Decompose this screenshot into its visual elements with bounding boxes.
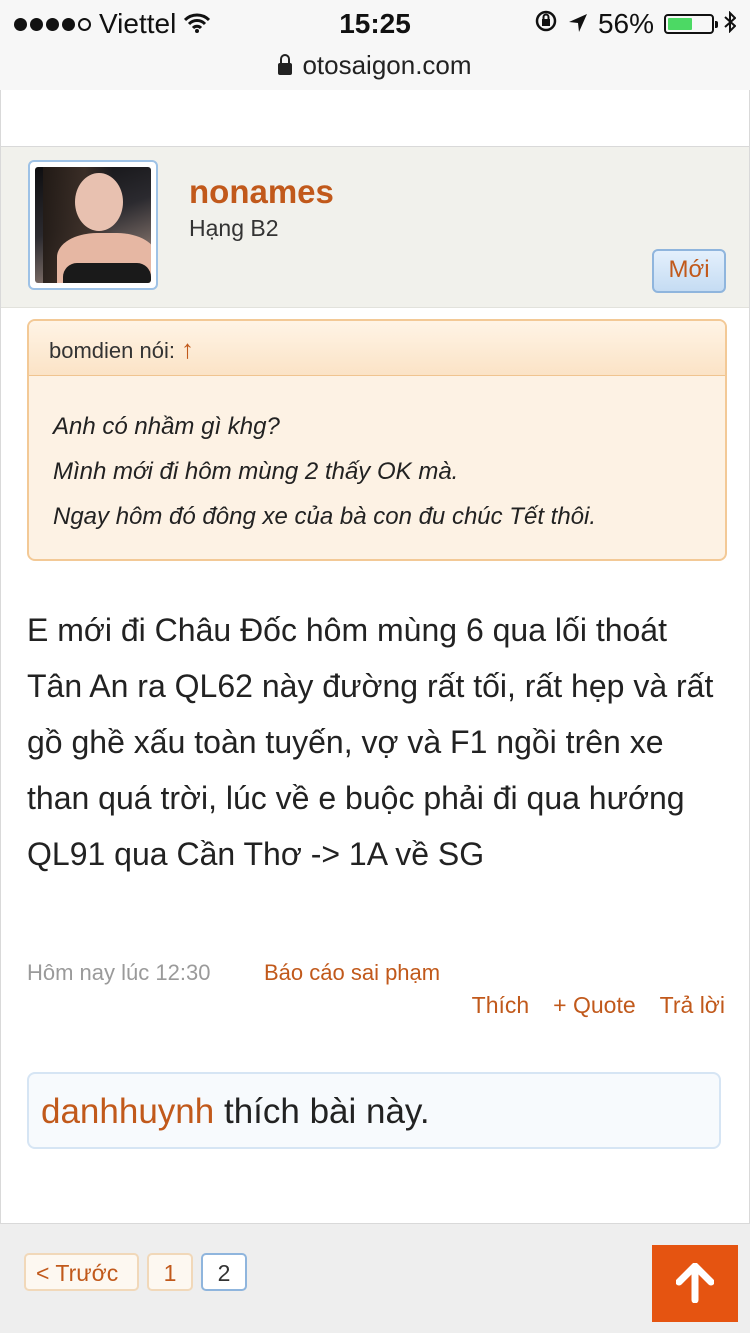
prev-page-button[interactable]: < Trước — [24, 1253, 139, 1291]
quote-line: Mình mới đi hôm mùng 2 thấy OK mà. — [53, 458, 459, 485]
quote-attribution: bomdien nói: — [49, 338, 175, 363]
status-bar: Viettel 15:25 56% — [0, 0, 750, 48]
address-bar[interactable]: otosaigon.com — [0, 48, 750, 90]
quote-line: Anh có nhầm gì khg? — [53, 413, 280, 440]
likes-summary: danhhuynh thích bài này. — [27, 1072, 721, 1149]
likes-text: thích bài này. — [223, 1092, 430, 1131]
new-badge[interactable]: Mới — [652, 249, 726, 293]
page-2-button[interactable]: 2 — [201, 1253, 247, 1291]
author-rank: Hạng B2 — [189, 215, 279, 241]
post-author-bar: nonames Hạng B2 Mới — [1, 147, 749, 308]
location-arrow-icon — [568, 8, 588, 40]
page-1-button[interactable]: 1 — [147, 1253, 193, 1291]
quote-source-arrow-icon[interactable]: ↑ — [181, 334, 194, 364]
quote-block: bomdien nói: ↑ Anh có nhầm gì khg? Mình m… — [27, 319, 727, 561]
arrow-up-icon — [676, 1263, 714, 1303]
orientation-lock-icon — [534, 8, 558, 40]
previous-post-end — [0, 90, 750, 147]
report-link[interactable]: Báo cáo sai phạm — [264, 960, 440, 986]
liker-username[interactable]: danhhuynh — [41, 1092, 214, 1131]
quote-body: Anh có nhầm gì khg? Mình mới đi hôm mùng… — [29, 376, 725, 539]
reply-link[interactable]: Trả lời — [660, 992, 725, 1019]
like-link[interactable]: Thích — [472, 992, 530, 1019]
post-card: nonames Hạng B2 Mới bomdien nói: ↑ Anh có… — [0, 146, 750, 1224]
avatar[interactable] — [28, 160, 158, 290]
quote-header: bomdien nói: ↑ — [29, 321, 725, 376]
quote-line: Ngay hôm đó đông xe của bà con đu chúc T… — [53, 503, 597, 530]
status-right: 56% — [534, 8, 737, 40]
author-username[interactable]: nonames — [189, 173, 334, 211]
battery-icon — [664, 14, 718, 34]
bluetooth-icon — [724, 8, 737, 40]
url-text[interactable]: otosaigon.com — [302, 50, 471, 81]
post-timestamp: Hôm nay lúc 12:30 — [27, 960, 211, 985]
avatar-image — [35, 167, 151, 283]
battery-percent: 56% — [597, 8, 654, 39]
quote-link[interactable]: + Quote — [553, 992, 635, 1019]
post-actions: Thích + Quote Trả lời — [472, 992, 725, 1019]
post-message: E mới đi Châu Đốc hôm mùng 6 qua lối tho… — [27, 612, 714, 872]
pagination: < Trước 1 2 — [24, 1253, 247, 1291]
lock-icon — [278, 53, 293, 75]
scroll-to-top-button[interactable] — [652, 1245, 738, 1322]
